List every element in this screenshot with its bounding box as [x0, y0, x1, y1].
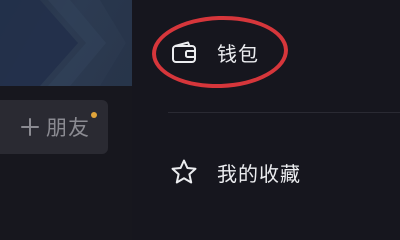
menu-item-wallet[interactable]: 钱包 — [132, 24, 400, 80]
profile-pane: 朋友 — [0, 0, 132, 240]
menu-divider — [168, 112, 400, 113]
star-icon — [170, 158, 198, 186]
side-drawer-menu: 钱包 我的收藏 — [132, 0, 400, 240]
menu-item-favorites-label: 我的收藏 — [217, 161, 301, 186]
menu-item-favorites[interactable]: 我的收藏 — [132, 144, 400, 200]
menu-item-wallet-label: 钱包 — [217, 41, 259, 66]
notification-dot — [91, 112, 97, 118]
add-friend-label: 朋友 — [46, 116, 90, 140]
plus-icon — [20, 117, 40, 137]
add-friend-button[interactable]: 朋友 — [0, 100, 108, 154]
wallet-icon — [170, 38, 198, 66]
profile-cover-image — [0, 0, 132, 86]
app-screen: 朋友 钱包 我的收藏 — [0, 0, 400, 240]
